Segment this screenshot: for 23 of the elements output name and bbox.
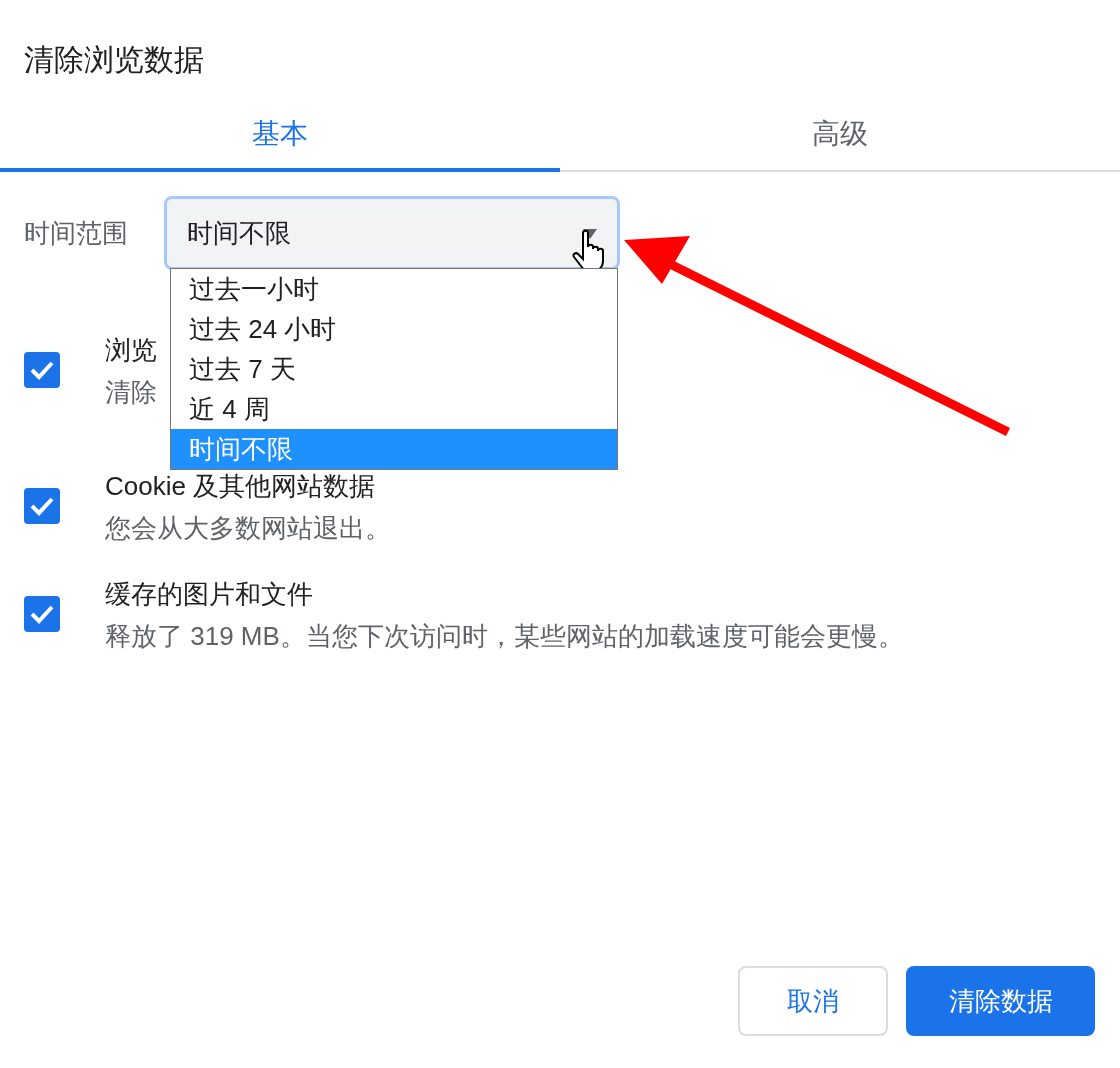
dropdown-option[interactable]: 过去 24 小时 [171, 309, 617, 349]
dialog-title: 清除浏览数据 [23, 42, 205, 78]
item-description: 清除 [105, 376, 157, 409]
dropdown-option[interactable]: 近 4 周 [171, 389, 617, 429]
check-icon [30, 360, 54, 380]
tab[interactable]: 高级 [560, 100, 1120, 172]
dropdown-option[interactable]: 过去一小时 [171, 269, 617, 309]
cancel-button[interactable]: 取消 [738, 966, 888, 1036]
item-title: 浏览 [105, 334, 157, 367]
checkbox[interactable] [24, 596, 60, 632]
dropdown-option[interactable]: 过去 7 天 [171, 349, 617, 389]
check-icon [30, 496, 54, 516]
field-label: 时间范围 [24, 216, 129, 250]
time-range-select[interactable]: 时间不限 [164, 196, 620, 270]
item-title: 缓存的图片和文件 [105, 578, 313, 611]
check-icon [30, 604, 54, 624]
clear-data-button[interactable]: 清除数据 [906, 966, 1095, 1036]
item-description: 您会从大多数网站退出。 [105, 512, 391, 545]
checkbox[interactable] [24, 352, 60, 388]
checkbox[interactable] [24, 488, 60, 524]
item-title: Cookie 及其他网站数据 [105, 470, 376, 503]
tab[interactable]: 基本 [0, 100, 560, 172]
item-description: 释放了 319 MB。当您下次访问时，某些网站的加载速度可能会更慢。 [105, 620, 904, 653]
